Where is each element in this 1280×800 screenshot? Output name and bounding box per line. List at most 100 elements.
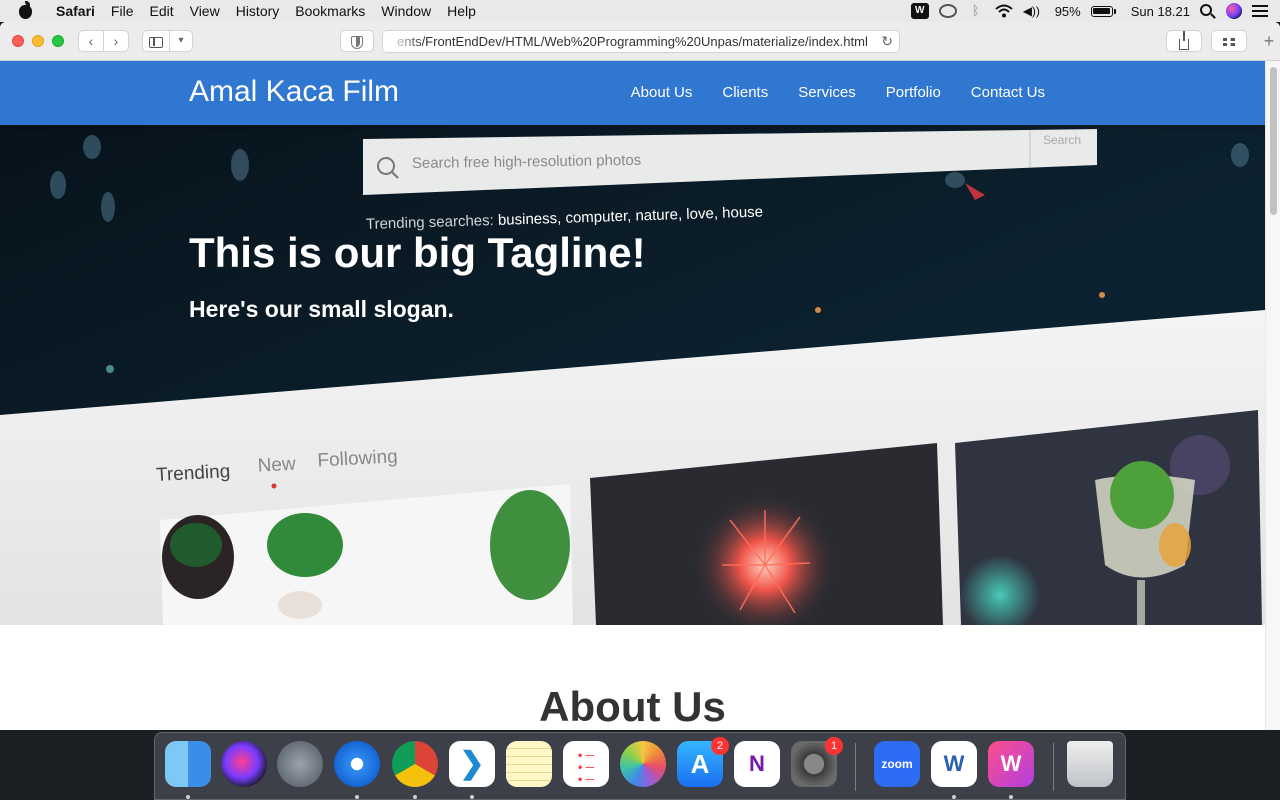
- hero-section: Search free high-resolution photos Searc…: [0, 125, 1265, 625]
- reminders-icon[interactable]: • ─ • ─ • ─: [563, 741, 609, 787]
- running-indicator: [952, 795, 956, 799]
- wps-status-icon[interactable]: W: [910, 3, 929, 19]
- dock-separator: [855, 743, 856, 791]
- volume-icon[interactable]: ◀)): [1023, 3, 1045, 19]
- browser-toolbar: ‹ › ▾ ents/FrontEndDev/HTML/Web%20Progra…: [0, 22, 1280, 61]
- dock-app-glyph: W: [943, 751, 965, 776]
- photo-tab-new: New: [257, 454, 296, 477]
- nav-contact-us[interactable]: Contact Us: [956, 61, 1060, 125]
- share-icon: [1179, 30, 1189, 50]
- hero-background-image: Search free high-resolution photos Searc…: [0, 125, 1265, 625]
- dock-app-glyph: [506, 741, 552, 787]
- nav-about-us[interactable]: About Us: [616, 61, 708, 125]
- creative-cloud-icon[interactable]: [938, 4, 957, 18]
- dock-app-glyph: [277, 741, 323, 787]
- menu-app-name[interactable]: Safari: [48, 0, 103, 22]
- scrollbar-thumb[interactable]: [1270, 67, 1277, 215]
- chevron-down-icon: ▾: [178, 35, 184, 46]
- nav-portfolio[interactable]: Portfolio: [871, 61, 956, 125]
- dock-app-glyph: zoom: [881, 757, 913, 771]
- new-tab-button[interactable]: +: [1258, 30, 1280, 52]
- running-indicator: [355, 795, 359, 799]
- menu-edit[interactable]: Edit: [141, 0, 181, 22]
- about-us-heading: About Us: [539, 683, 726, 730]
- tab-overview-icon: [1223, 38, 1235, 47]
- dock-separator: [1053, 743, 1054, 791]
- site-brand-logo[interactable]: Amal Kaca Film: [189, 75, 399, 109]
- page-scrollbar[interactable]: [1265, 61, 1280, 730]
- menu-file[interactable]: File: [103, 0, 142, 22]
- menu-history[interactable]: History: [228, 0, 288, 22]
- sidebar-menu-button[interactable]: ▾: [169, 30, 193, 52]
- battery-icon[interactable]: [1090, 5, 1116, 17]
- wifi-icon[interactable]: [995, 4, 1013, 18]
- menu-bookmarks[interactable]: Bookmarks: [287, 0, 373, 22]
- menu-window[interactable]: Window: [373, 0, 439, 22]
- notes-icon[interactable]: [506, 741, 552, 787]
- running-indicator: [413, 795, 417, 799]
- launchpad-icon[interactable]: [277, 741, 323, 787]
- dock-app-glyph: [221, 741, 267, 787]
- photos-icon[interactable]: [620, 741, 666, 787]
- bluetooth-icon[interactable]: ᛒ: [967, 3, 985, 19]
- privacy-report-button[interactable]: [340, 30, 374, 52]
- shield-icon: [351, 35, 363, 49]
- spotlight-icon[interactable]: [1200, 4, 1212, 16]
- trash-icon[interactable]: [1067, 741, 1113, 787]
- dock-app-glyph: [165, 741, 211, 787]
- battery-percent: 95%: [1054, 3, 1081, 19]
- nav-services[interactable]: Services: [783, 61, 871, 125]
- safari-icon[interactable]: [334, 741, 380, 787]
- url-text: ents/FrontEndDev/HTML/Web%20Programming%…: [397, 34, 868, 49]
- sidebar-icon: [149, 36, 163, 48]
- minimize-window-button[interactable]: [32, 35, 44, 47]
- siri-icon[interactable]: [221, 741, 267, 787]
- wps-icon[interactable]: W: [988, 741, 1034, 787]
- onenote-icon[interactable]: N: [734, 741, 780, 787]
- dock-app-glyph: [392, 741, 438, 787]
- finder-icon[interactable]: [165, 741, 211, 787]
- photo-search-placeholder: Search free high-resolution photos: [412, 152, 642, 172]
- word-icon[interactable]: W: [931, 741, 977, 787]
- clock[interactable]: Sun 18.21: [1131, 4, 1190, 19]
- dock-app-glyph: [334, 741, 380, 787]
- fullscreen-window-button[interactable]: [52, 35, 64, 47]
- vscode-icon[interactable]: ❯: [449, 741, 495, 787]
- running-indicator: [470, 795, 474, 799]
- hero-slogan: Here's our small slogan.: [189, 296, 454, 322]
- chrome-icon[interactable]: [392, 741, 438, 787]
- photo-tab-following: Following: [317, 446, 398, 471]
- notification-center-icon[interactable]: [1252, 5, 1268, 17]
- address-bar[interactable]: ents/FrontEndDev/HTML/Web%20Programming%…: [382, 30, 900, 53]
- share-button[interactable]: [1166, 30, 1202, 52]
- safari-window: ‹ › ▾ ents/FrontEndDev/HTML/Web%20Progra…: [0, 22, 1280, 730]
- menu-view[interactable]: View: [182, 0, 228, 22]
- forward-button[interactable]: ›: [103, 30, 129, 52]
- apple-icon[interactable]: [16, 0, 36, 22]
- site-nav-links: About Us Clients Services Portfolio Cont…: [616, 61, 1060, 125]
- dock-badge: 1: [825, 737, 843, 755]
- dock-app-glyph: • ─ • ─ • ─: [577, 748, 595, 786]
- site-navbar: Amal Kaca Film About Us Clients Services…: [0, 61, 1265, 125]
- reload-icon[interactable]: ↻: [881, 31, 893, 52]
- close-window-button[interactable]: [12, 35, 24, 47]
- dock-app-glyph: W: [1000, 751, 1022, 776]
- dock-app-glyph: [1067, 741, 1113, 787]
- dock-badge: 2: [711, 737, 729, 755]
- sidebar-toggle-button[interactable]: [142, 30, 170, 52]
- photo-search-button: Search: [1043, 133, 1081, 147]
- running-indicator: [186, 795, 190, 799]
- siri-status-icon[interactable]: [1226, 3, 1242, 19]
- back-button[interactable]: ‹: [78, 30, 104, 52]
- dock-app-glyph: ❯: [459, 747, 485, 780]
- zoom-icon[interactable]: zoom: [874, 741, 920, 787]
- hero-tagline: This is our big Tagline!: [189, 229, 646, 276]
- photo-tab-trending: Trending: [155, 461, 230, 486]
- dock-app-glyph: N: [749, 751, 765, 776]
- tab-overview-button[interactable]: [1211, 30, 1247, 52]
- running-indicator: [1009, 795, 1013, 799]
- dock-app-glyph: [620, 741, 666, 787]
- nav-clients[interactable]: Clients: [707, 61, 783, 125]
- menu-help[interactable]: Help: [439, 0, 484, 22]
- dock: ❯ • ─ • ─ • ─ A 2 N 1 zoom W W: [154, 732, 1126, 800]
